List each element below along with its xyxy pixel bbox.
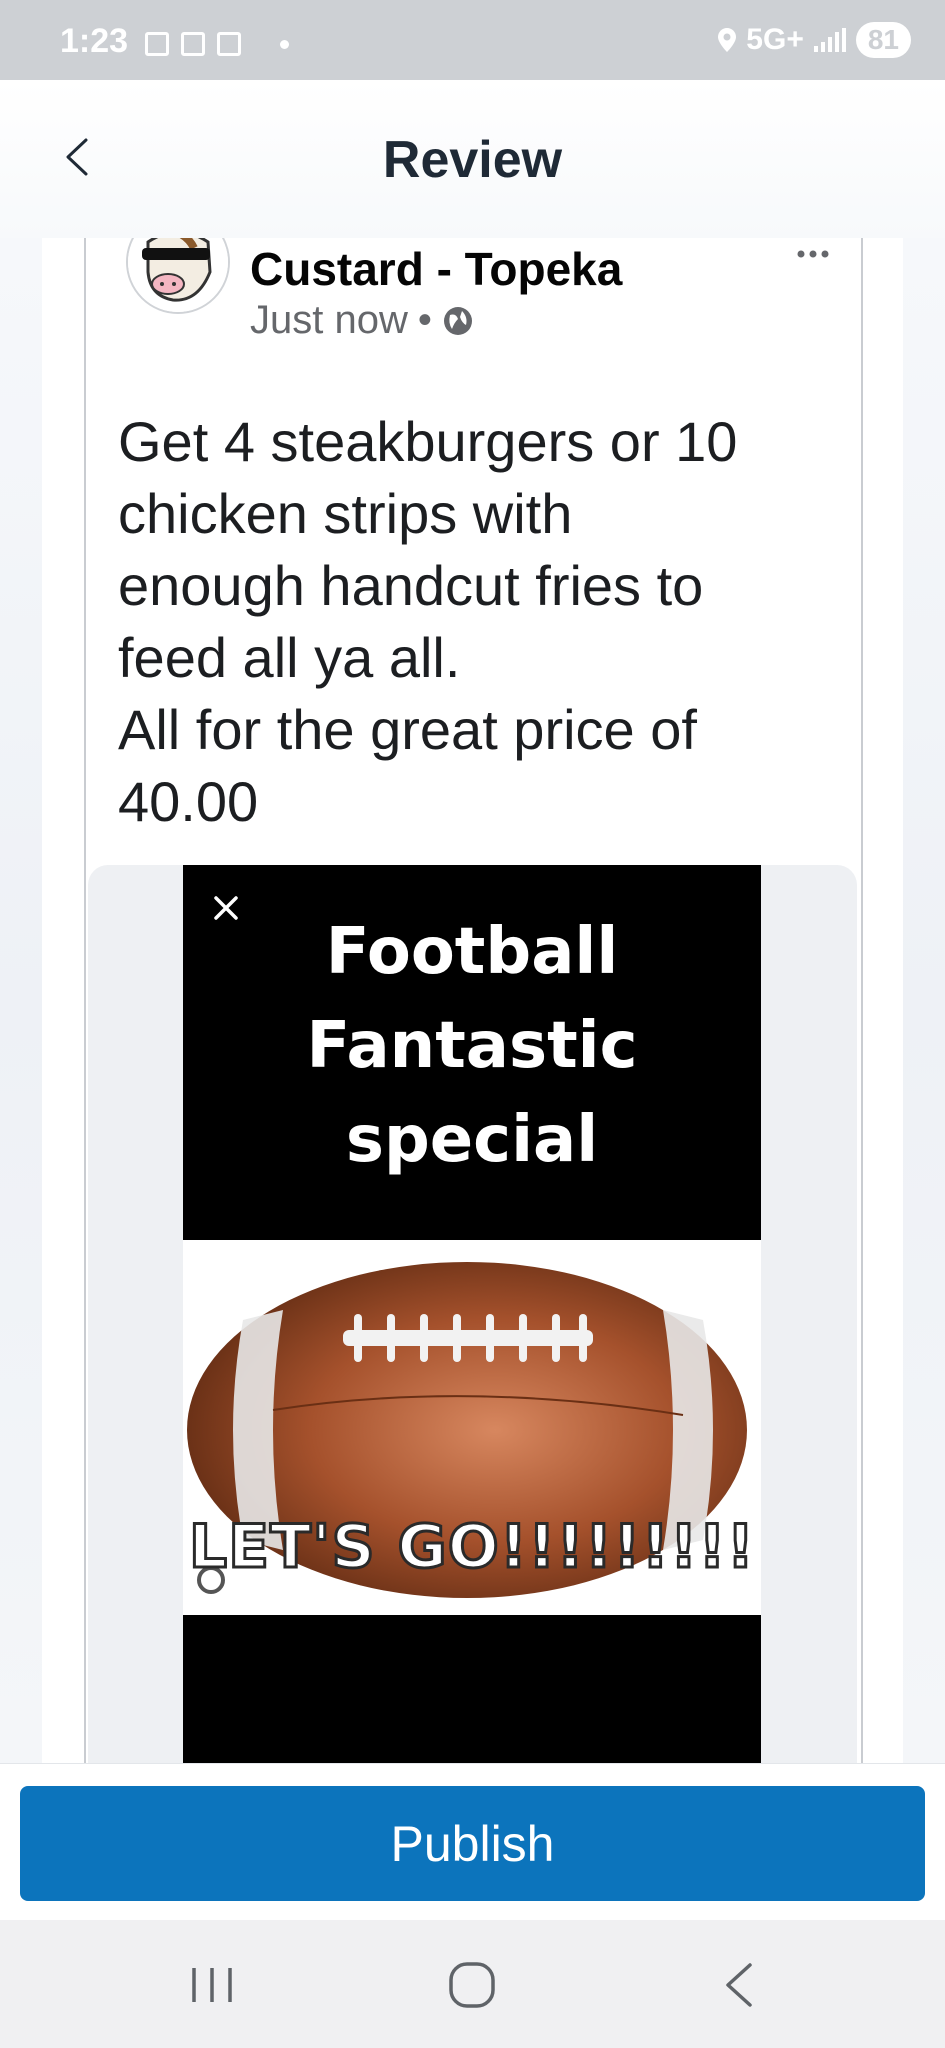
post-media: Football Fantastic special LET'S GO!!!!!… bbox=[88, 865, 857, 1763]
status-time: 1:23 bbox=[60, 22, 129, 60]
football-panel: LET'S GO!!!!!!!!! bbox=[183, 1240, 761, 1615]
system-navigation-bar bbox=[0, 1920, 945, 2048]
bottom-action-bar: Publish bbox=[0, 1763, 945, 1921]
status-indicators: 5G+ 81 bbox=[718, 22, 911, 58]
signal-icon bbox=[813, 28, 846, 52]
page-avatar bbox=[126, 238, 230, 314]
gif-media: Football Fantastic special LET'S GO!!!!!… bbox=[183, 865, 761, 1763]
news-notification-icon bbox=[181, 32, 205, 56]
meta-separator: • bbox=[417, 298, 432, 342]
more-options-icon[interactable] bbox=[795, 248, 831, 260]
globe-icon bbox=[443, 306, 472, 335]
post-body: Get 4 steakburgers or 10 chicken strips … bbox=[118, 410, 738, 833]
network-type: 5G+ bbox=[746, 23, 804, 56]
post-timestamp: Just now bbox=[250, 298, 408, 342]
publish-button[interactable]: Publish bbox=[20, 1786, 925, 1901]
gif-headline: Football Fantastic special bbox=[306, 915, 638, 1177]
status-bar: 1:23 5G+ 81 bbox=[0, 0, 945, 80]
news-notification-icon bbox=[217, 32, 241, 56]
gif-caption: LET'S GO!!!!!!!!! bbox=[187, 1511, 756, 1584]
home-icon[interactable] bbox=[442, 1960, 502, 2010]
news-notification-icon bbox=[145, 32, 169, 56]
back-nav-icon[interactable] bbox=[710, 1960, 770, 2010]
battery-level: 81 bbox=[855, 22, 911, 58]
page-title: Review bbox=[382, 131, 563, 189]
recent-apps-icon[interactable] bbox=[182, 1960, 242, 2010]
post-meta: Just now • bbox=[250, 298, 474, 343]
location-icon bbox=[718, 28, 737, 52]
cow-logo-icon bbox=[128, 238, 228, 312]
notification-icons bbox=[145, 32, 241, 56]
post-preview-panel: Custard - Topeka Just now • Get 4 steakb… bbox=[42, 238, 903, 1763]
post-card: Custard - Topeka Just now • Get 4 steakb… bbox=[84, 238, 863, 1763]
more-notifications-dot-icon bbox=[280, 40, 289, 49]
page-name[interactable]: Custard - Topeka bbox=[250, 242, 622, 296]
app-header: Review bbox=[0, 80, 945, 238]
